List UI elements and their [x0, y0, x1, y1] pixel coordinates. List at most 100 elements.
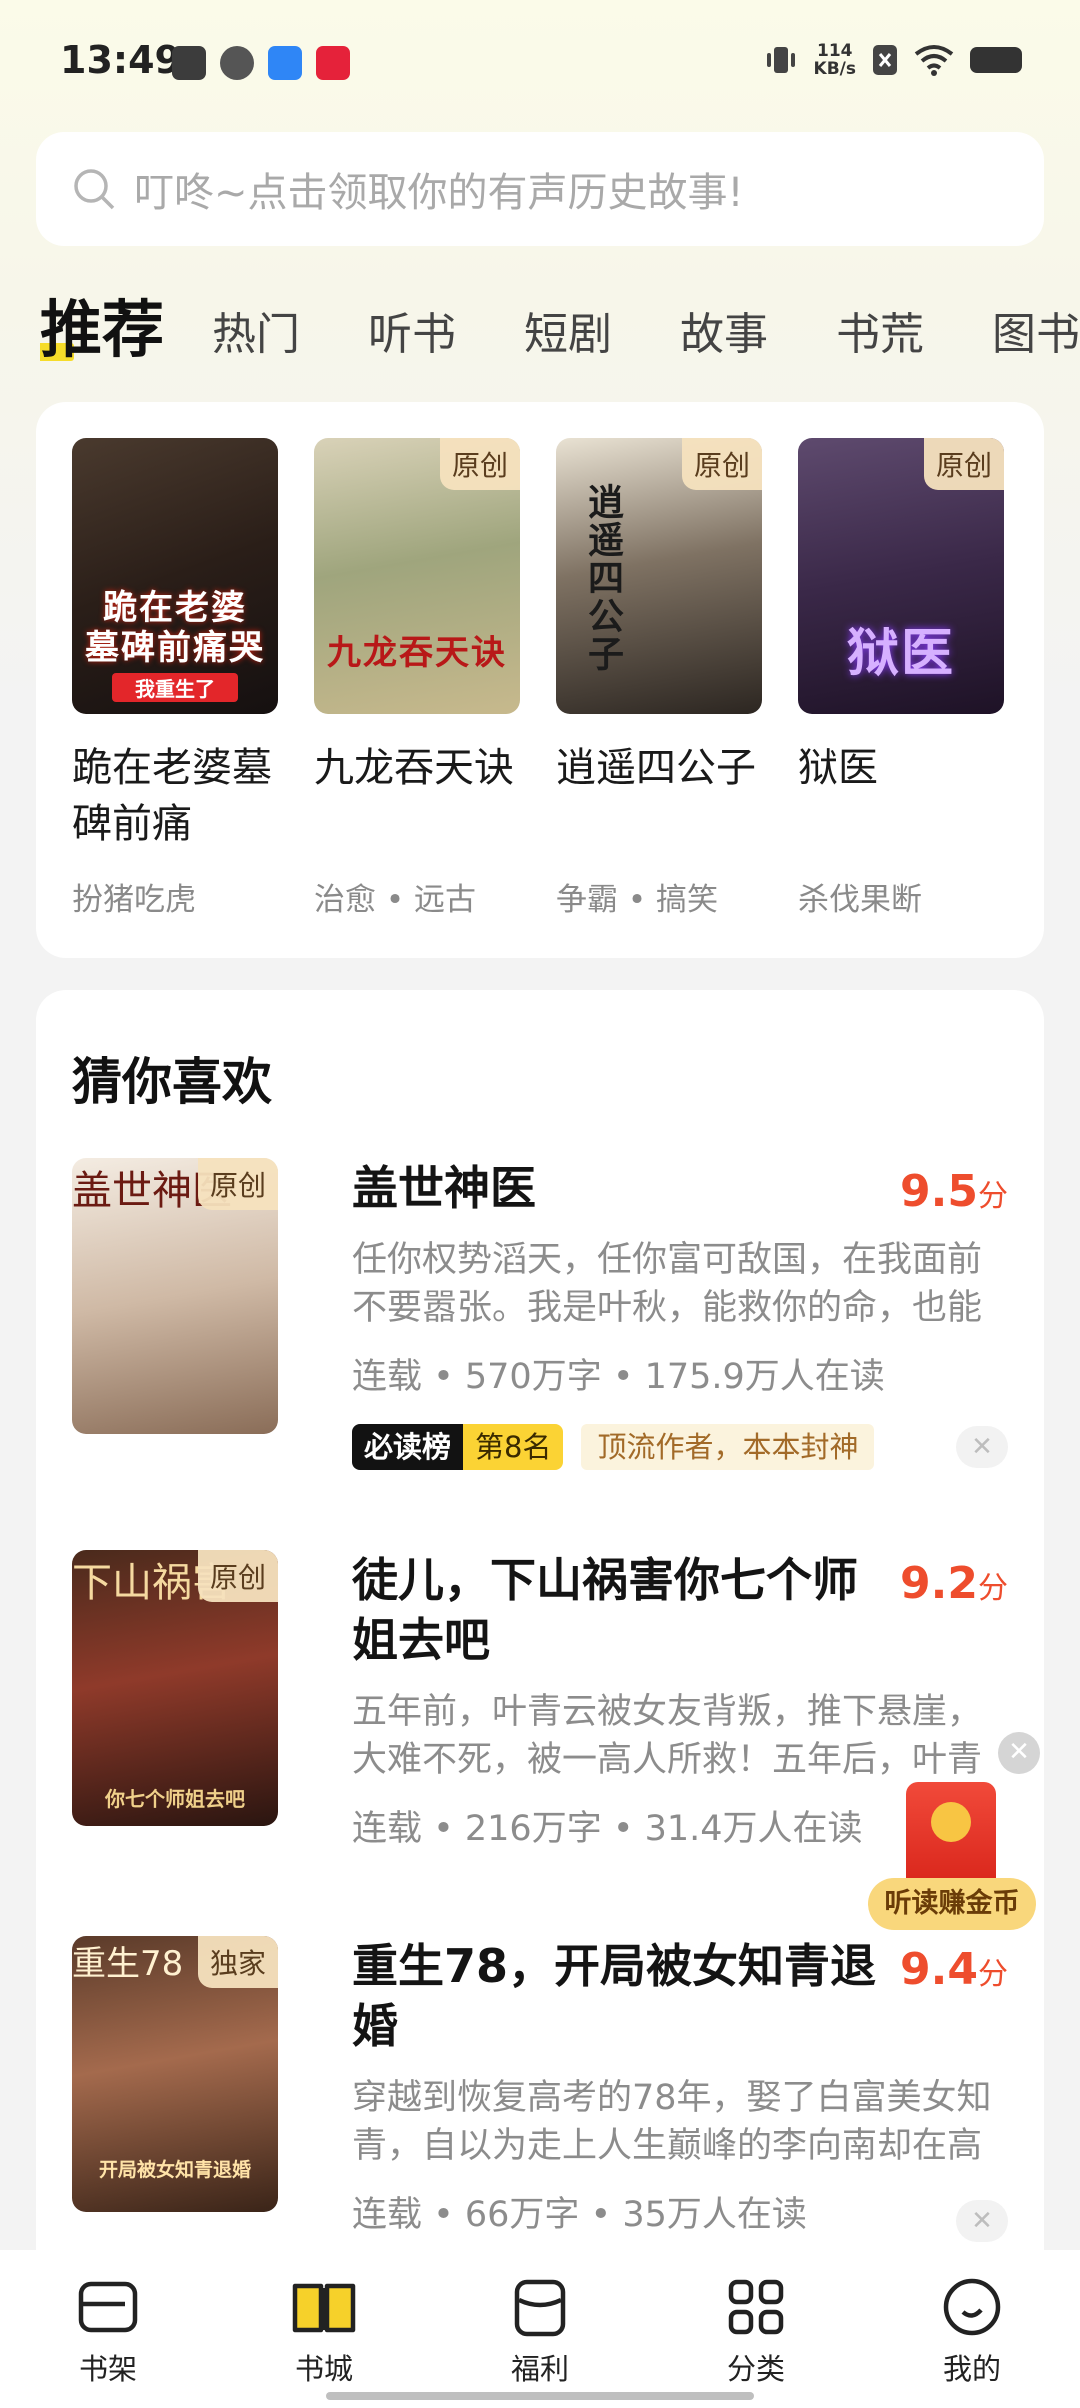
tab-hot[interactable]: 热门: [212, 305, 300, 365]
score-unit: 分: [978, 1179, 1008, 1214]
mail-app-icon: [172, 46, 206, 80]
net-speed-unit: KB/s: [813, 59, 856, 79]
book-cover: 跪在老婆 墓碑前痛哭 我重生了: [72, 438, 278, 714]
book-item[interactable]: 独家 重生78 开局被女知青退婚 重生78，开局被女知青退婚 9.4分 穿越到恢…: [72, 1936, 1008, 2266]
nav-label: 分类: [726, 2352, 785, 2386]
earn-coins-label[interactable]: 听读赚金币: [868, 1878, 1036, 1930]
book-tags: 争霸 • 搞笑: [556, 882, 718, 918]
nav-profile[interactable]: 我的: [897, 2276, 1047, 2408]
tab-books[interactable]: 图书: [992, 305, 1080, 365]
bookshelf-icon: [78, 2281, 138, 2333]
recommend-book[interactable]: 原创 逍遥四公子 逍遥四公子 争霸 • 搞笑: [556, 438, 762, 919]
red-packet-icon[interactable]: [906, 1782, 996, 1890]
book-description: 穿越到恢复高考的78年，娶了白富美女知青，自以为走上人生巅峰的李向南却在高考前…: [352, 2078, 992, 2166]
book-tags: 扮猪吃虎: [72, 882, 196, 918]
tab-book-shortage[interactable]: 书荒: [836, 305, 924, 365]
book-badge: 原创: [197, 1550, 278, 1602]
cloud-app-icon: [268, 46, 302, 80]
book-badge: 原创: [439, 438, 520, 490]
book-badge: 原创: [197, 1158, 278, 1210]
red-app-icon: [316, 46, 350, 80]
book-title: 跪在老婆墓碑前痛: [72, 745, 272, 847]
nav-label: 书架: [78, 2352, 137, 2386]
book-score: 9.2分: [900, 1558, 1008, 1609]
score-value: 9.5: [900, 1166, 978, 1217]
tab-audiobook[interactable]: 听书: [368, 305, 456, 365]
bottom-navigation: 书架 书城 福利 分类 我的: [0, 2250, 1080, 2408]
recommend-section: 跪在老婆 墓碑前痛哭 我重生了 跪在老婆墓碑前痛 扮猪吃虎 原创 九龙吞天诀 九…: [36, 402, 1044, 958]
book-description: 五年前，叶青云被女友背叛，推下悬崖，大难不死，被一高人所救！五年后，叶青云…: [352, 1692, 983, 1780]
book-item[interactable]: 原创 盖世神医 盖世神医 9.5分 任你权势滔天，任你富可敌国，在我面前不要嚣张…: [72, 1158, 1008, 1488]
book-title: 重生78，开局被女知青退婚: [352, 1939, 877, 2053]
search-bar[interactable]: 叮咚~点击领取你的有声历史故事!: [36, 132, 1044, 246]
nav-categories[interactable]: 分类: [681, 2276, 831, 2408]
book-cover: 原创 狱医: [798, 438, 1004, 714]
book-meta: 连载 • 66万字 • 35万人在读: [352, 2195, 807, 2235]
book-title: 盖世神医: [352, 1161, 536, 1215]
book-title: 逍遥四公子: [556, 745, 756, 791]
nav-welfare[interactable]: 福利: [465, 2276, 615, 2408]
book-cover: 独家 重生78 开局被女知青退婚: [72, 1936, 278, 2212]
book-tags: 治愈 • 远古: [314, 882, 476, 918]
net-speed-value: 114: [817, 41, 853, 61]
tab-stories[interactable]: 故事: [680, 305, 768, 365]
recommend-book[interactable]: 跪在老婆 墓碑前痛哭 我重生了 跪在老婆墓碑前痛 扮猪吃虎: [72, 438, 278, 919]
book-cover: 原创 九龙吞天诀: [314, 438, 520, 714]
section-heading: 猜你喜欢: [72, 1053, 272, 1111]
cover-subtitle: 我重生了: [112, 673, 238, 702]
gift-icon: [514, 2279, 566, 2337]
dismiss-button[interactable]: ✕: [956, 2200, 1008, 2242]
search-icon: [74, 169, 115, 210]
dismiss-button[interactable]: ✕: [956, 1426, 1008, 1468]
book-title: 狱医: [798, 745, 878, 791]
book-badge: 原创: [681, 438, 762, 490]
book-badge: 原创: [923, 438, 1004, 490]
smile-icon: [943, 2278, 1001, 2336]
battery-icon: [970, 47, 1022, 73]
score-value: 9.2: [900, 1558, 978, 1609]
notification-icons: [172, 46, 350, 80]
rank-badge: 必读榜 第8名: [352, 1424, 564, 1470]
system-status-icons: 114 KB/s: [764, 42, 1022, 78]
book-badge: 独家: [197, 1936, 278, 1988]
category-tabs: 推荐 热门 听书 短剧 故事 书荒 图书: [40, 285, 1080, 365]
vibrate-icon: [766, 47, 795, 73]
book-description: 任你权势滔天，任你富可敌国，在我面前不要嚣张。我是叶秋，能救你的命，也能要…: [352, 1240, 983, 1328]
status-bar: 13:49 114 KB/s: [0, 0, 1080, 128]
cover-subtitle: 开局被女知青退婚: [98, 2159, 251, 2181]
nav-label: 书城: [294, 2352, 353, 2386]
cover-title: 九龙吞天诀: [327, 633, 507, 673]
tab-short-drama[interactable]: 短剧: [524, 305, 612, 365]
rank-label: 必读榜: [352, 1424, 464, 1470]
nav-label: 我的: [942, 2352, 1001, 2386]
sim-off-icon: [873, 45, 897, 75]
book-item[interactable]: 原创 下山祸害 你七个师姐去吧 徒儿，下山祸害你七个师姐去吧 9.2分 五年前，…: [72, 1550, 1008, 1880]
link-app-icon: [220, 46, 254, 80]
search-placeholder: 叮咚~点击领取你的有声历史故事!: [134, 170, 744, 216]
cover-subtitle: 你七个师姐去吧: [105, 1787, 245, 1811]
nav-bookshelf[interactable]: 书架: [33, 2276, 183, 2408]
book-cover: 原创 下山祸害 你七个师姐去吧: [72, 1550, 278, 1826]
score-unit: 分: [978, 1957, 1008, 1992]
score-unit: 分: [978, 1571, 1008, 1606]
guess-you-like-section: 猜你喜欢 原创 盖世神医 盖世神医 9.5分 任你权势滔天，任你富可敌国，在我面…: [36, 990, 1044, 2290]
recommend-book[interactable]: 原创 狱医 狱医 杀伐果断: [798, 438, 1004, 919]
home-indicator[interactable]: [326, 2392, 754, 2400]
grid-icon: [728, 2279, 784, 2335]
recommend-book[interactable]: 原创 九龙吞天诀 九龙吞天诀 治愈 • 远古: [314, 438, 520, 919]
book-title: 九龙吞天诀: [314, 745, 514, 791]
close-float-button[interactable]: ✕: [998, 1732, 1040, 1774]
net-speed: 114 KB/s: [814, 42, 856, 78]
book-score: 9.5分: [900, 1166, 1008, 1217]
book-title: 徒儿，下山祸害你七个师姐去吧: [352, 1553, 858, 1667]
nav-label: 福利: [510, 2352, 569, 2386]
nav-bookstore[interactable]: 书城: [249, 2276, 399, 2408]
tab-recommend[interactable]: 推荐: [40, 295, 164, 365]
book-score: 9.4分: [900, 1944, 1008, 1995]
book-cover: 原创 盖世神医: [72, 1158, 278, 1434]
book-meta: 连载 • 570万字 • 175.9万人在读: [352, 1357, 885, 1397]
score-value: 9.4: [900, 1944, 978, 1995]
cover-title: 狱医: [846, 624, 955, 684]
book-tagline: 顶流作者，本本封神: [581, 1424, 875, 1470]
cover-title: 逍遥四公子: [582, 483, 623, 673]
